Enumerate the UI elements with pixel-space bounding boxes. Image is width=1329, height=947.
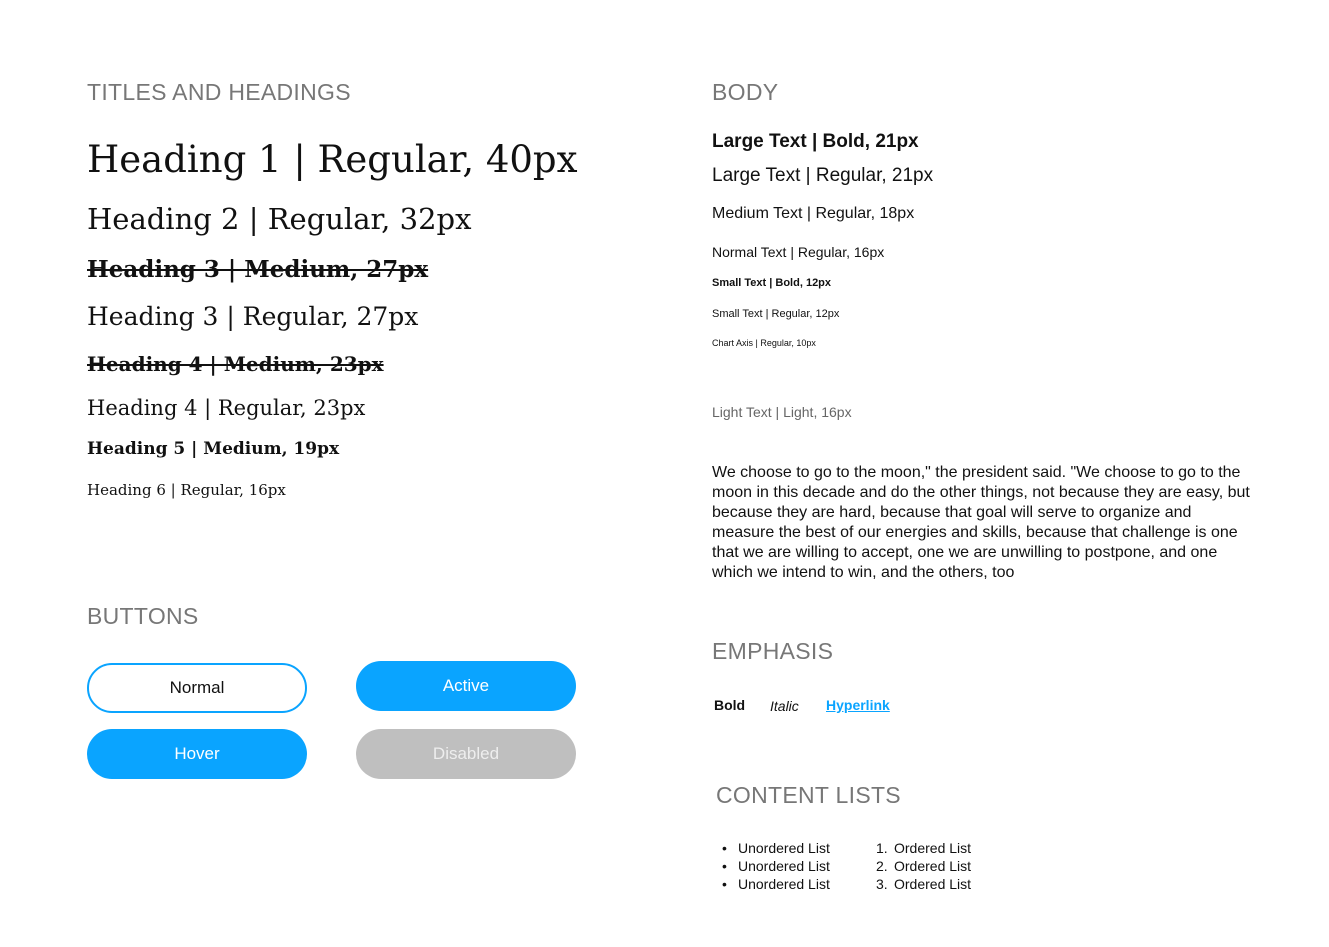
normal-button[interactable]: Normal: [87, 663, 307, 713]
section-title-emphasis: EMPHASIS: [712, 638, 834, 664]
list-item: Unordered List: [722, 875, 830, 893]
heading-3-medium-sample: Heading 3 | Medium, 27px: [87, 256, 429, 283]
list-item: 3. Ordered List: [876, 875, 972, 893]
light-text-sample: Light Text | Light, 16px: [712, 404, 852, 420]
list-item: 2. Ordered List: [876, 857, 972, 875]
section-title-titles: TITLES AND HEADINGS: [87, 79, 351, 105]
italic-text-sample: Italic: [770, 698, 799, 714]
list-item-label: Ordered List: [894, 876, 972, 892]
section-title-body: BODY: [712, 79, 779, 105]
heading-2-sample: Heading 2 | Regular, 32px: [87, 202, 472, 236]
bold-text-sample: Bold: [714, 697, 746, 713]
disabled-button-label: Disabled: [432, 744, 500, 763]
heading-4-medium-sample: Heading 4 | Medium, 23px: [87, 352, 384, 376]
chart-axis-text-sample: Chart Axis | Regular, 10px: [712, 338, 816, 348]
heading-3-regular-sample: Heading 3 | Regular, 27px: [87, 302, 419, 331]
hover-button[interactable]: Hover: [87, 729, 307, 779]
small-text-regular-sample: Small Text | Regular, 12px: [712, 308, 840, 320]
list-number: 1.: [876, 840, 888, 856]
list-item: Unordered List: [722, 839, 830, 857]
large-text-regular-sample: Large Text | Regular, 21px: [712, 165, 934, 186]
heading-4-regular-sample: Heading 4 | Regular, 23px: [87, 396, 366, 420]
medium-text-sample: Medium Text | Regular, 18px: [712, 205, 915, 222]
heading-6-sample: Heading 6 | Regular, 16px: [87, 481, 286, 499]
ordered-list: 1. Ordered List 2. Ordered List 3. Ordered …: [876, 839, 972, 893]
heading-1-sample: Heading 1 | Regular, 40px: [87, 138, 578, 181]
heading-5-sample: Heading 5 | Medium, 19px: [87, 439, 340, 459]
section-title-buttons: BUTTONS: [87, 603, 199, 629]
list-number: 3.: [876, 876, 888, 892]
list-item-label: Ordered List: [894, 858, 972, 874]
list-item-label: Ordered List: [894, 840, 972, 856]
normal-text-sample: Normal Text | Regular, 16px: [712, 244, 885, 260]
active-button[interactable]: Active: [356, 661, 576, 711]
body-paragraph: We choose to go to the moon," the presid…: [712, 464, 1250, 581]
disabled-button: Disabled: [356, 729, 576, 779]
section-title-content-lists: CONTENT LISTS: [716, 782, 901, 808]
normal-button-label: Normal: [169, 678, 225, 697]
unordered-list: Unordered List Unordered List Unordered …: [722, 839, 830, 893]
hyperlink-sample[interactable]: Hyperlink: [826, 697, 890, 713]
large-text-bold-sample: Large Text | Bold, 21px: [712, 131, 919, 152]
list-number: 2.: [876, 858, 888, 874]
small-text-bold-sample: Small Text | Bold, 12px: [712, 277, 832, 289]
list-item: Unordered List: [722, 857, 830, 875]
hover-button-label: Hover: [174, 744, 220, 763]
active-button-label: Active: [442, 676, 490, 695]
list-item: 1. Ordered List: [876, 839, 972, 857]
